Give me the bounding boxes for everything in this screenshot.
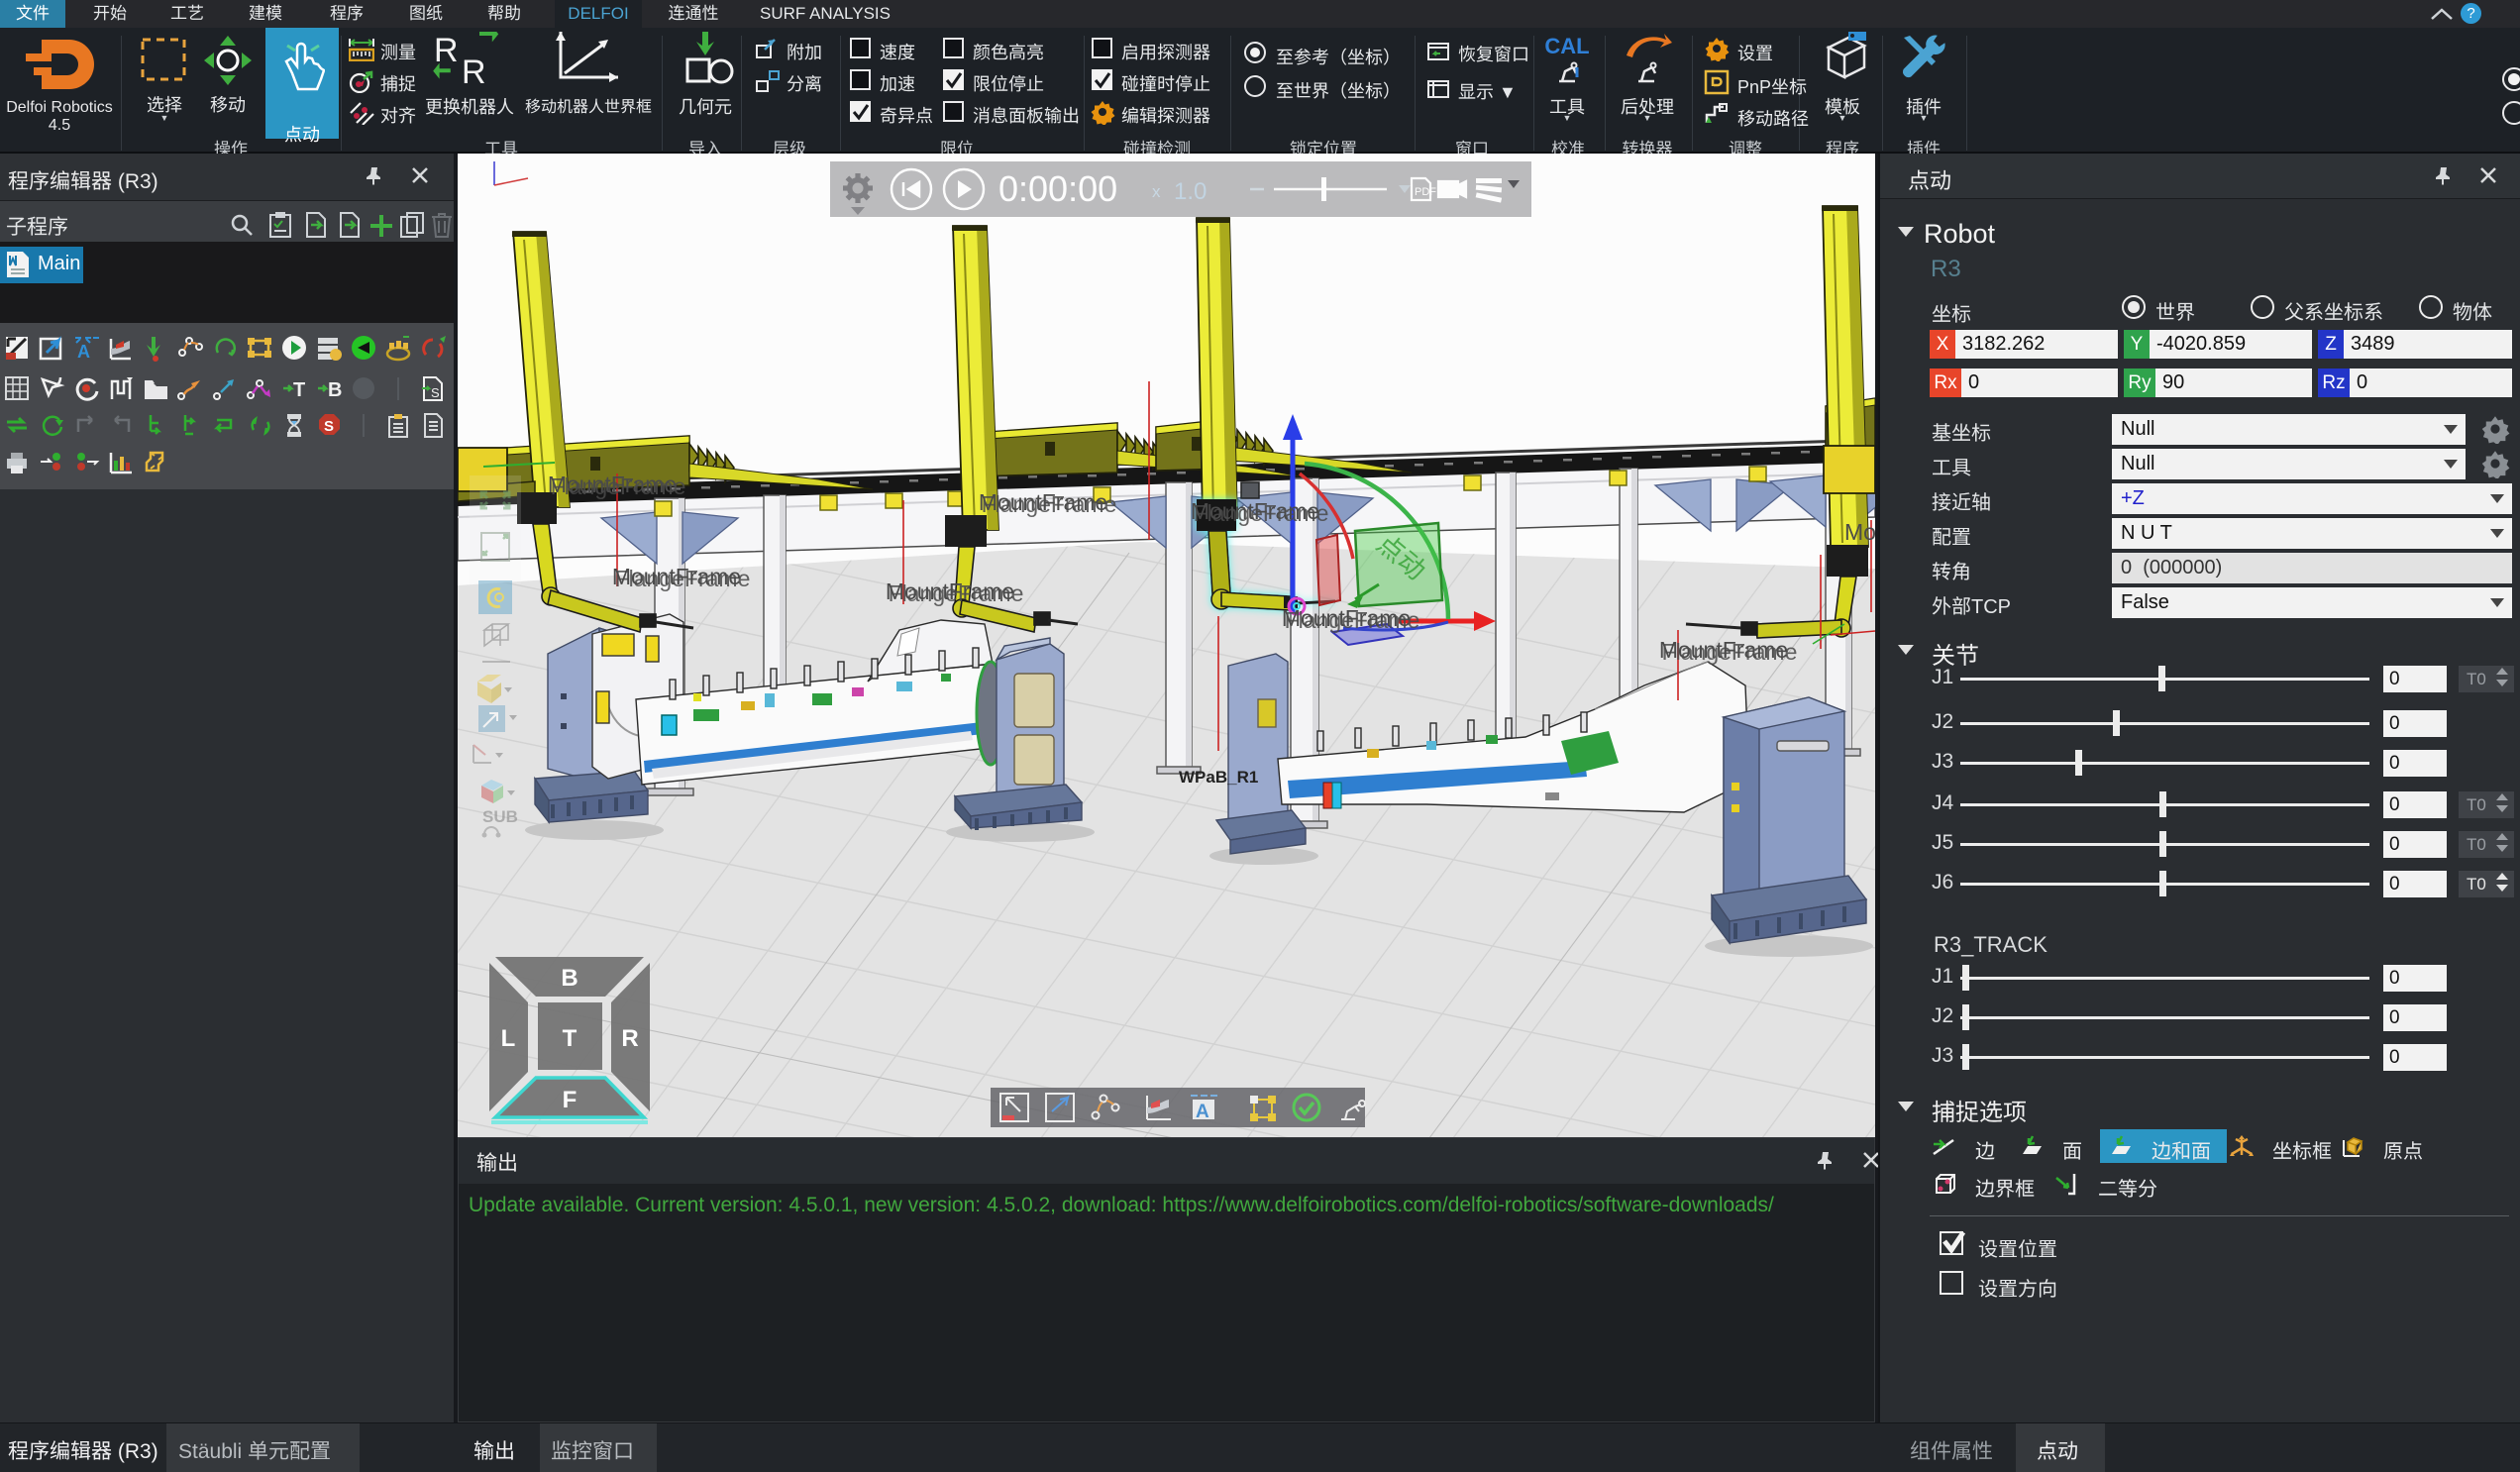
svg-text:FlangeFrame: FlangeFrame xyxy=(982,491,1117,517)
svg-text:B: B xyxy=(328,379,342,401)
svg-text:F: F xyxy=(563,1087,578,1113)
svg-text:S: S xyxy=(324,418,334,435)
svg-text:SUB: SUB xyxy=(482,807,518,826)
svg-text:T: T xyxy=(293,379,305,401)
svg-text:T: T xyxy=(563,1025,578,1052)
svg-text:FlangeFrame: FlangeFrame xyxy=(1194,500,1329,526)
svg-text:x: x xyxy=(1152,182,1161,201)
svg-text:A: A xyxy=(1196,1102,1209,1122)
svg-text:Mount: Mount xyxy=(1844,519,1875,545)
svg-text:PDF: PDF xyxy=(1415,186,1436,198)
svg-text:FlangeFrame: FlangeFrame xyxy=(551,473,686,499)
svg-text:R: R xyxy=(462,53,486,89)
svg-text:S: S xyxy=(431,385,440,400)
svg-text:R: R xyxy=(434,32,459,69)
svg-text:FlangeFrame: FlangeFrame xyxy=(889,580,1024,606)
svg-text:FlangeFrame: FlangeFrame xyxy=(615,566,751,591)
svg-text:L: L xyxy=(501,1025,516,1052)
svg-text:FlangeFrame: FlangeFrame xyxy=(1662,639,1798,665)
svg-text:0:00:00: 0:00:00 xyxy=(998,168,1117,209)
svg-text:B: B xyxy=(561,965,578,992)
svg-text:1.0: 1.0 xyxy=(1174,178,1207,205)
svg-text:A: A xyxy=(77,342,90,362)
svg-text:R: R xyxy=(621,1025,638,1052)
svg-text:WPaB_R1: WPaB_R1 xyxy=(1179,768,1258,787)
svg-text:FlangeFrame: FlangeFrame xyxy=(1285,607,1420,633)
